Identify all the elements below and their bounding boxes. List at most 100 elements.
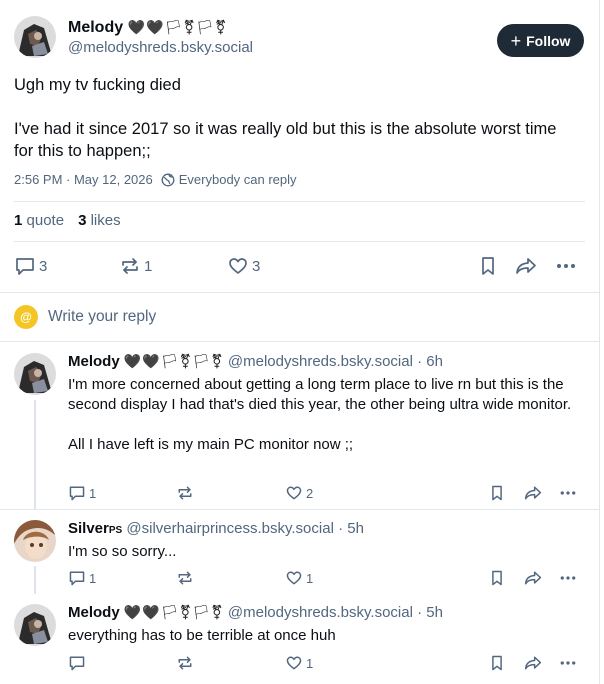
reply-text: everything has to be terrible at once hu… [68, 626, 583, 646]
reply-age: · 6h [412, 353, 443, 370]
like-count: 3 [252, 257, 261, 275]
reply-count: 1 [89, 485, 97, 501]
divider [0, 341, 600, 342]
repost-icon [178, 656, 192, 670]
composer-avatar: @ [14, 305, 38, 329]
like-button[interactable]: 1 [285, 569, 313, 587]
heart-icon [286, 656, 302, 670]
repost-button[interactable]: 1 [119, 255, 152, 277]
author-avatar[interactable] [14, 16, 56, 58]
repost-icon [178, 486, 192, 500]
share-button[interactable] [523, 569, 543, 587]
reply-item[interactable]: Melody 🖤🖤🏳⚧🏳⚧ @melodyshreds.bsky.social … [0, 603, 600, 681]
ellipsis-icon [560, 491, 576, 495]
reply-item[interactable]: SilverPS @silverhairprincess.bsky.social… [0, 518, 600, 594]
reply-button[interactable]: 3 [14, 255, 47, 277]
earth-icon [161, 173, 175, 186]
repost-button[interactable] [176, 654, 194, 672]
reply-handle[interactable]: @silverhairprincess.bsky.social [126, 520, 334, 537]
reply-handle[interactable]: @melodyshreds.bsky.social [228, 604, 413, 621]
heart-icon [286, 571, 302, 585]
reply-display-name[interactable]: Melody [68, 353, 120, 370]
reply-icon [16, 258, 34, 275]
reply-icon [69, 656, 85, 671]
reply-text: I'm more concerned about getting a long … [68, 375, 583, 455]
post-timestamp: 2:56 PM · May 12, 2026 [14, 172, 153, 187]
reply-text-line: I'm more concerned about getting a long … [68, 376, 572, 413]
bookmark-icon [482, 257, 494, 275]
reply-text-line: All I have left is my main PC monitor no… [68, 436, 354, 453]
follow-label: Follow [526, 32, 571, 49]
bookmark-button[interactable] [488, 484, 506, 502]
reply-display-name[interactable]: Melody [68, 604, 120, 621]
bookmark-button[interactable] [477, 255, 499, 277]
share-icon [524, 486, 542, 500]
reply-actions: 1 1 [68, 569, 583, 587]
reply-item[interactable]: Melody 🖤🖤🏳⚧🏳⚧ @melodyshreds.bsky.social … [0, 352, 600, 510]
reply-display-name[interactable]: Silver [68, 520, 109, 537]
reply-button[interactable] [68, 654, 86, 672]
reply-header: Melody 🖤🖤🏳⚧🏳⚧ @melodyshreds.bsky.social … [68, 604, 443, 621]
reply-button[interactable]: 1 [68, 569, 96, 587]
repost-button[interactable] [176, 569, 194, 587]
more-options-button[interactable] [559, 484, 577, 502]
ellipsis-icon [560, 576, 576, 580]
reply-avatar[interactable] [14, 520, 56, 562]
reply-setting[interactable]: Everybody can reply [161, 172, 297, 187]
reply-count: 1 [89, 570, 97, 586]
thread-line [34, 566, 36, 594]
reply-age: · 5h [333, 520, 364, 537]
post-text-line: I've had it since 2017 so it was really … [14, 120, 557, 160]
likes-stat[interactable]: 3 likes [78, 212, 121, 229]
post-actions: 3 1 3 [14, 255, 585, 279]
post-text: Ugh my tv fucking died I've had it since… [14, 74, 574, 162]
like-count: 1 [306, 570, 314, 586]
more-options-button[interactable] [559, 654, 577, 672]
more-options-button[interactable] [559, 569, 577, 587]
share-button[interactable] [523, 654, 543, 672]
post-header: Melody 🖤🖤🏳⚧🏳⚧ @melodyshreds.bsky.social … [14, 16, 584, 64]
likes-count: 3 [78, 212, 87, 229]
like-button[interactable]: 2 [285, 484, 313, 502]
reply-handle[interactable]: @melodyshreds.bsky.social [228, 353, 413, 370]
reply-composer[interactable]: @ Write your reply [14, 305, 156, 329]
reply-setting-label: Everybody can reply [178, 172, 297, 187]
more-options-button[interactable] [555, 255, 577, 277]
repost-button[interactable] [176, 484, 194, 502]
share-button[interactable] [523, 484, 543, 502]
post-meta: 2:56 PM · May 12, 2026 Everybody can rep… [14, 172, 297, 187]
bookmark-button[interactable] [488, 654, 506, 672]
quotes-label: quote [26, 212, 65, 229]
reply-actions: 1 [68, 654, 583, 672]
reply-avatar[interactable] [14, 604, 56, 646]
like-button[interactable]: 3 [227, 255, 260, 277]
share-button[interactable] [514, 255, 538, 277]
heart-icon [286, 486, 302, 500]
name-emojis: 🖤🖤🏳⚧🏳⚧ [123, 354, 224, 370]
repost-count: 1 [144, 257, 153, 275]
reply-text-line: I'm so so sorry... [68, 543, 177, 560]
repost-icon [122, 258, 138, 274]
share-icon [516, 258, 536, 274]
reply-input-placeholder[interactable]: Write your reply [48, 308, 156, 326]
bookmark-button[interactable] [488, 569, 506, 587]
like-count: 2 [306, 485, 314, 501]
divider [0, 509, 600, 510]
quotes-stat[interactable]: 1 quote [14, 212, 64, 229]
reply-text-line: everything has to be terrible at once hu… [68, 627, 336, 644]
reply-button[interactable]: 1 [68, 484, 96, 502]
author-display-name[interactable]: Melody [68, 19, 123, 36]
author-handle[interactable]: @melodyshreds.bsky.social [68, 39, 253, 56]
reply-icon [69, 486, 85, 501]
post-text-line: Ugh my tv fucking died [14, 76, 181, 94]
reply-name-suffix: PS [108, 525, 123, 536]
reply-actions: 1 2 [68, 484, 583, 502]
reply-avatar[interactable] [14, 353, 56, 395]
divider [14, 241, 585, 242]
bookmark-icon [492, 570, 502, 586]
share-icon [524, 571, 542, 585]
post-stats: 1 quote 3 likes [14, 212, 121, 229]
like-button[interactable]: 1 [285, 654, 313, 672]
reply-age: · 5h [412, 604, 443, 621]
follow-button[interactable]: + Follow [497, 24, 584, 57]
